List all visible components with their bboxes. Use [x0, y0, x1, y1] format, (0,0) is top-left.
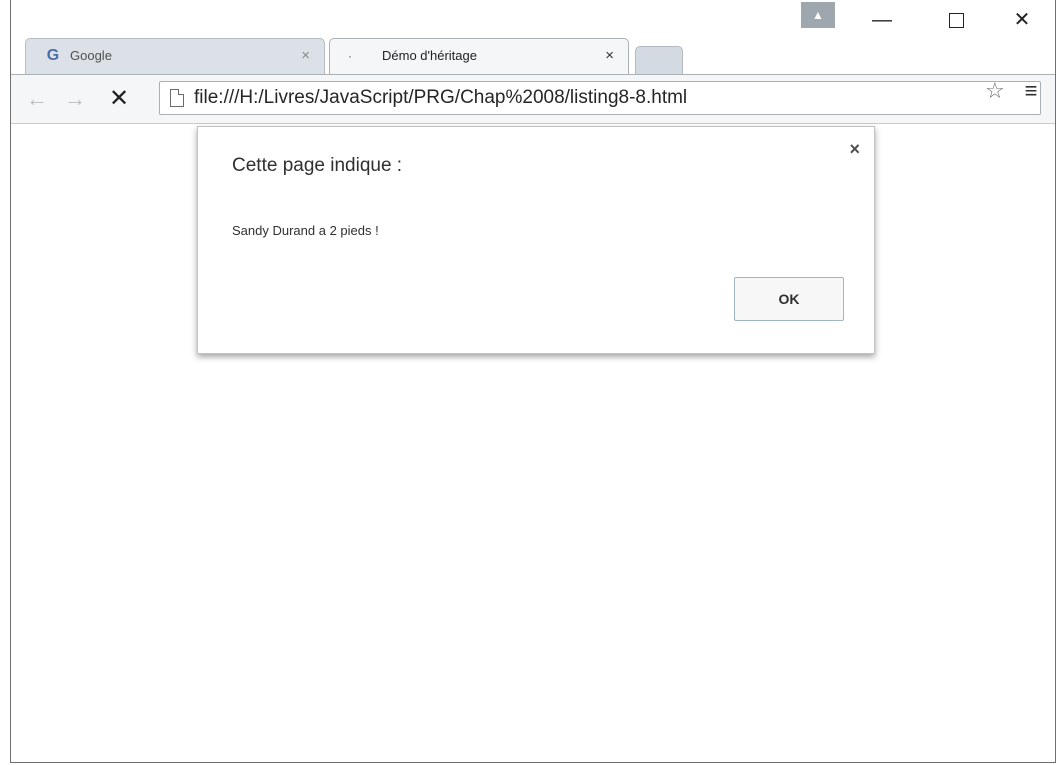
tab-google[interactable]: G Google × — [25, 38, 325, 74]
tab-title: Google — [70, 48, 112, 63]
dialog-message: Sandy Durand a 2 pieds ! — [232, 223, 379, 238]
alert-dialog: Cette page indique : × Sandy Durand a 2 … — [197, 126, 875, 354]
minimize-button[interactable]: — — [867, 8, 897, 32]
address-bar[interactable]: file:///H:/Livres/JavaScript/PRG/Chap%20… — [159, 81, 1041, 115]
back-button[interactable]: ← — [25, 87, 49, 111]
stop-button[interactable]: ✕ — [107, 87, 131, 111]
page-content: Cette page indique : × Sandy Durand a 2 … — [11, 124, 1055, 762]
tab-close-icon[interactable]: × — [605, 47, 614, 65]
title-bar: G Google × · Démo d'héritage × ▲ — ✕ — [11, 0, 1055, 76]
profile-icon[interactable]: ▲ — [801, 2, 835, 28]
tab-title: Démo d'héritage — [382, 48, 477, 63]
url-text[interactable]: file:///H:/Livres/JavaScript/PRG/Chap%20… — [194, 87, 687, 109]
dialog-close-icon[interactable]: × — [849, 139, 860, 159]
page-icon — [170, 89, 184, 107]
google-icon: G — [46, 47, 60, 64]
dialog-title: Cette page indique : — [232, 155, 403, 176]
menu-icon[interactable]: ≡ — [1021, 79, 1041, 103]
ok-button[interactable]: OK — [734, 277, 844, 321]
bookmark-star-icon[interactable]: ☆ — [985, 79, 1005, 103]
close-window-button[interactable]: ✕ — [1007, 8, 1037, 32]
maximize-icon — [948, 13, 964, 29]
new-tab-button[interactable] — [635, 46, 683, 74]
loading-icon: · — [348, 49, 352, 63]
browser-window: G Google × · Démo d'héritage × ▲ — ✕ ← →… — [10, 0, 1056, 763]
tab-close-icon[interactable]: × — [301, 47, 310, 65]
tab-demo-heritage[interactable]: · Démo d'héritage × — [329, 38, 629, 74]
toolbar: ← → ✕ file:///H:/Livres/JavaScript/PRG/C… — [11, 74, 1055, 124]
forward-button[interactable]: → — [63, 87, 87, 111]
maximize-button[interactable] — [941, 8, 971, 32]
